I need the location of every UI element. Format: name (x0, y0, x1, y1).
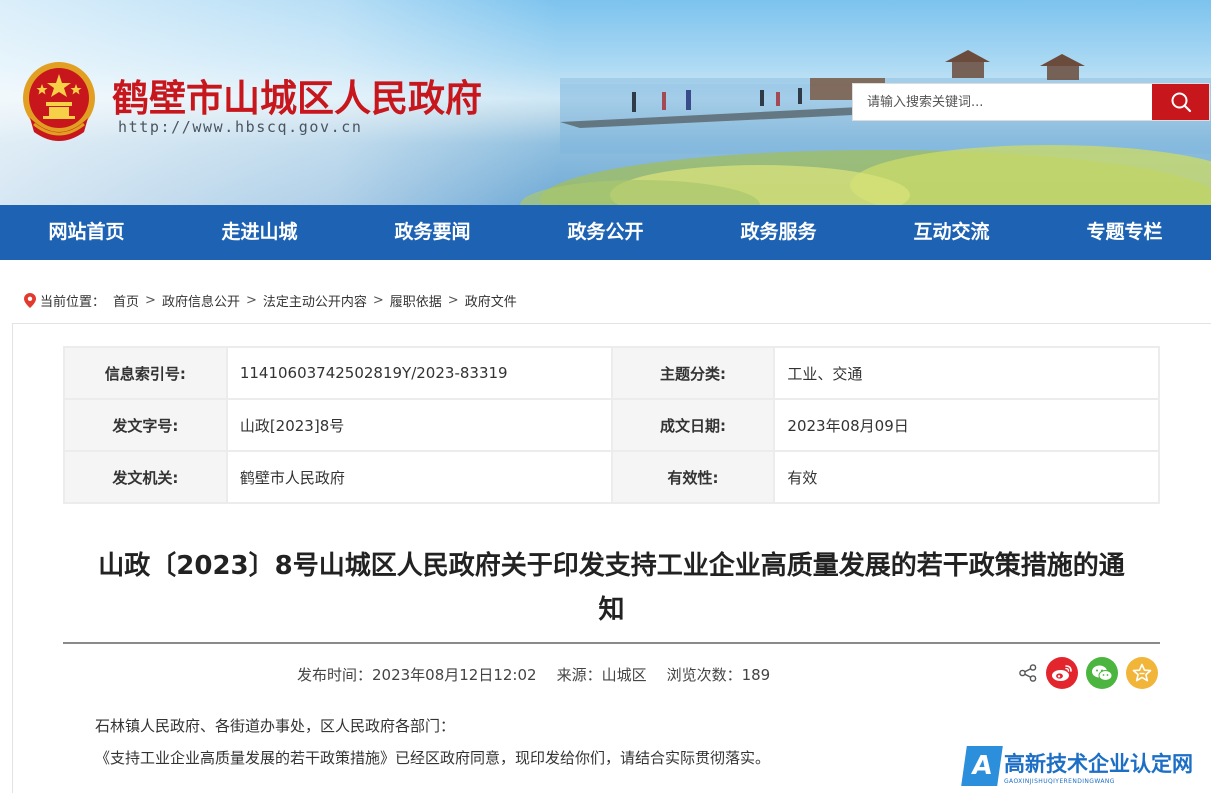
watermark-pinyin: GAOXINJISHUQIYERENDINGWANG (1004, 777, 1115, 785)
validity-label: 有效性: (610, 450, 776, 504)
info-row: 发文字号: 山政[2023]8号 成文日期: 2023年08月09日 (63, 398, 1160, 452)
breadcrumb-separator: > (447, 292, 459, 308)
index-number-value: 11410603742502819Y/2023-83319 (225, 346, 613, 400)
document-info-table: 信息索引号: 11410603742502819Y/2023-83319 主题分… (63, 346, 1160, 504)
topic-value: 工业、交通 (773, 346, 1160, 400)
search-input[interactable] (853, 84, 1152, 120)
view-count: 浏览次数：189 (666, 666, 771, 684)
breadcrumb-gov-info[interactable]: 政府信息公开 (162, 291, 240, 310)
breadcrumb-separator: > (145, 292, 156, 308)
breadcrumb-separator: > (372, 292, 384, 308)
site-url: http://www.hbscq.gov.cn (118, 118, 363, 136)
share-weibo-button[interactable] (1046, 657, 1078, 689)
weibo-icon (1052, 665, 1072, 681)
nav-item-disclosure[interactable]: 政务公开 (519, 205, 692, 260)
site-title: 鹤壁市山城区人民政府 (112, 76, 482, 120)
share-bar (1018, 657, 1158, 689)
breadcrumb: 当前位置： 首页 > 政府信息公开 > 法定主动公开内容 > 履职依据 > 政府… (24, 290, 517, 310)
nav-item-topics[interactable]: 专题专栏 (1038, 205, 1211, 260)
search-bar (852, 83, 1210, 121)
written-date-value: 2023年08月09日 (773, 398, 1160, 452)
national-emblem-icon (23, 62, 95, 141)
breadcrumb-label: 当前位置： (40, 294, 106, 310)
info-row: 信息索引号: 11410603742502819Y/2023-83319 主题分… (63, 346, 1160, 400)
watermark-mark: A (961, 746, 1003, 786)
info-row: 发文机关: 鹤壁市人民政府 有效性: 有效 (63, 450, 1160, 504)
validity-value: 有效 (773, 450, 1160, 504)
site-header: 鹤壁市山城区人民政府 http://www.hbscq.gov.cn (0, 0, 1211, 205)
breadcrumb-basis[interactable]: 履职依据 (390, 291, 442, 310)
share-icon[interactable] (1018, 663, 1038, 683)
body-paragraph: 《支持工业企业高质量发展的若干政策措施》已经区政府同意，现印发给你们，请结合实际… (95, 749, 771, 767)
issuer-label: 发文机关: (63, 450, 228, 504)
document-body: 石林镇人民政府、各街道办事处，区人民政府各部门： 《支持工业企业高质量发展的若干… (95, 710, 770, 774)
search-button[interactable] (1152, 84, 1209, 120)
document-title-line: 山政〔2023〕8号山城区人民政府关于印发支持工业企业高质量发展的若干政策措施的… (98, 551, 1125, 581)
written-date-label: 成文日期: (610, 398, 776, 452)
nav-item-interaction[interactable]: 互动交流 (865, 205, 1038, 260)
favorite-button[interactable] (1126, 657, 1158, 689)
breadcrumb-separator: > (245, 292, 257, 308)
breadcrumb-statutory[interactable]: 法定主动公开内容 (263, 291, 367, 310)
watermark-text: 高新技术企业认定网 (1004, 751, 1193, 776)
title-divider (63, 642, 1160, 644)
doc-number-value: 山政[2023]8号 (225, 398, 613, 452)
source: 来源：山城区 (556, 666, 647, 684)
favorite-icon (1132, 663, 1152, 682)
watermark-logo: A 高新技术企业认定网 GAOXINJISHUQIYERENDINGWANG (961, 746, 1193, 786)
body-paragraph: 石林镇人民政府、各街道办事处，区人民政府各部门： (95, 717, 456, 735)
wechat-icon (1092, 665, 1113, 681)
doc-number-label: 发文字号: (63, 398, 228, 452)
search-icon (1171, 92, 1191, 113)
document-meta: 发布时间：2023年08月12日12:02 来源：山城区 浏览次数：189 (297, 664, 770, 685)
publish-time: 发布时间：2023年08月12日12:02 (297, 666, 537, 684)
breadcrumb-gov-docs[interactable]: 政府文件 (465, 291, 517, 310)
nav-item-home[interactable]: 网站首页 (0, 205, 173, 260)
location-pin-icon (24, 292, 36, 308)
nav-item-news[interactable]: 政务要闻 (346, 205, 519, 260)
topic-label: 主题分类: (610, 346, 776, 400)
main-nav: 网站首页 走进山城 政务要闻 政务公开 政务服务 互动交流 专题专栏 (0, 205, 1211, 260)
nav-item-services[interactable]: 政务服务 (692, 205, 865, 260)
breadcrumb-home[interactable]: 首页 (113, 291, 139, 310)
document-title-line: 知 (598, 595, 625, 625)
share-wechat-button[interactable] (1086, 657, 1118, 689)
nav-item-about[interactable]: 走进山城 (173, 205, 346, 260)
index-number-label: 信息索引号: (63, 346, 228, 400)
issuer-value: 鹤壁市人民政府 (225, 450, 613, 504)
document-title: 山政〔2023〕8号山城区人民政府关于印发支持工业企业高质量发展的若干政策措施的… (63, 544, 1160, 632)
